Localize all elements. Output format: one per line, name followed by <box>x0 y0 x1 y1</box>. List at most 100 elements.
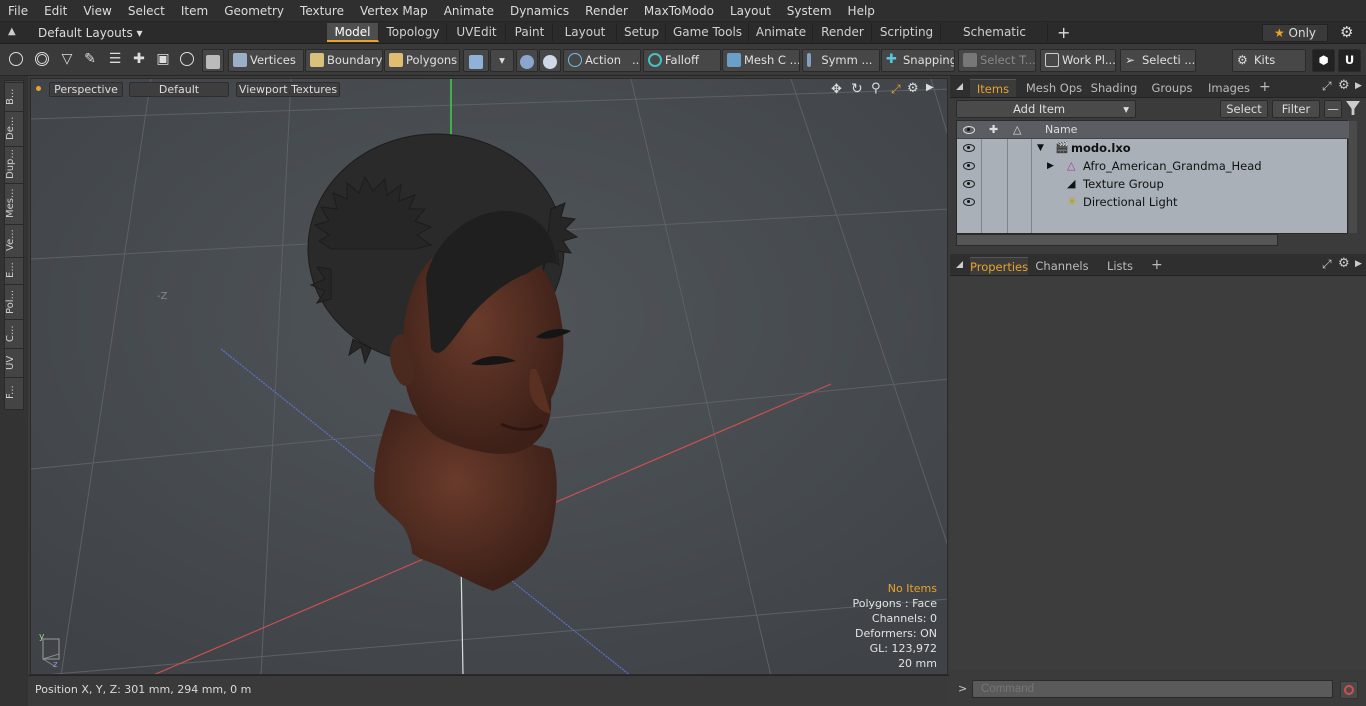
menu-edit[interactable]: Edit <box>36 0 75 22</box>
menu-maxtomodo[interactable]: MaxToModo <box>636 0 722 22</box>
zoom-view-icon[interactable]: ⚲ <box>871 81 881 96</box>
expand-panel-icon[interactable]: ⤢ <box>1322 79 1332 94</box>
tab-lists[interactable]: Lists <box>1096 257 1144 275</box>
tab-shading[interactable]: Shading <box>1088 79 1140 97</box>
left-tab-mesh-edit[interactable]: Mes... <box>5 183 23 223</box>
left-tab-polygon[interactable]: Pol... <box>5 284 23 318</box>
left-tab-uv[interactable]: UV <box>5 348 23 376</box>
left-tab-duplicate[interactable]: Dup... <box>5 146 23 182</box>
tab-setup[interactable]: Setup <box>618 23 666 42</box>
kits-button[interactable]: ⚙ Kits <box>1232 49 1306 72</box>
menu-help[interactable]: Help <box>840 0 883 22</box>
tab-layout[interactable]: Layout <box>554 23 617 42</box>
command-input[interactable] <box>972 680 1333 698</box>
horizontal-scrollbar[interactable] <box>956 234 1278 246</box>
command-record-icon[interactable] <box>1340 681 1358 699</box>
funnel-icon[interactable] <box>1346 101 1360 115</box>
shield-alt-icon[interactable] <box>539 49 561 72</box>
tab-uvedit[interactable]: UVEdit <box>448 23 506 42</box>
perspective-button[interactable]: Perspective <box>49 82 123 97</box>
falloff-button[interactable]: Falloff <box>643 49 721 72</box>
menu-view[interactable]: View <box>75 0 119 22</box>
viewport-menu-dot[interactable] <box>36 86 41 91</box>
visibility-eye-icon[interactable] <box>963 180 975 188</box>
panel-gear-icon[interactable]: ⚙ <box>1338 78 1350 93</box>
menu-animate[interactable]: Animate <box>436 0 502 22</box>
menu-item[interactable]: Item <box>173 0 216 22</box>
filter-button[interactable]: Filter <box>1272 100 1320 118</box>
rotate-view-icon[interactable]: ↻ <box>851 81 863 97</box>
item-row-texture-group[interactable]: ◢ Texture Group <box>957 175 1349 193</box>
panel-gear-icon[interactable]: ⚙ <box>1338 256 1350 271</box>
tab-render[interactable]: Render <box>814 23 872 42</box>
panel-more-icon[interactable]: ▶ <box>1355 259 1362 269</box>
menu-geometry[interactable]: Geometry <box>216 0 292 22</box>
unreal-icon[interactable]: U <box>1338 49 1361 72</box>
maximize-view-icon[interactable]: ⤢ <box>891 82 901 97</box>
item-row-mesh[interactable]: ▶ △ Afro_American_Grandma_Head <box>957 157 1349 175</box>
menu-render[interactable]: Render <box>577 0 636 22</box>
expand-arrow-icon[interactable]: ▼ <box>1037 139 1044 157</box>
mesh-constraint-button[interactable]: Mesh C ... <box>722 49 800 72</box>
viewport-textures-button[interactable]: Viewport Textures <box>236 82 340 97</box>
item-row-scene[interactable]: ▼ 🎬 modo.lxo <box>957 139 1349 157</box>
menu-select[interactable]: Select <box>120 0 173 22</box>
pen-icon[interactable]: ▽ <box>56 49 78 72</box>
item-row-light[interactable]: ☀ Directional Light <box>957 193 1349 211</box>
gear-icon[interactable]: ⚙ <box>1340 23 1353 42</box>
tab-images[interactable]: Images <box>1202 79 1256 97</box>
modo-cube-icon[interactable]: ⬢ <box>1312 49 1335 72</box>
viewport-settings-icon[interactable]: ⚙ <box>907 81 919 96</box>
menu-system[interactable]: System <box>779 0 840 22</box>
left-tab-curve[interactable]: C... <box>5 319 23 347</box>
tab-channels[interactable]: Channels <box>1034 257 1090 275</box>
only-button[interactable]: ★ Only <box>1262 24 1328 42</box>
shield-icon[interactable] <box>516 49 538 72</box>
tab-items[interactable]: Items <box>970 79 1016 97</box>
selection-sets-button[interactable]: ➢ Selecti ... <box>1120 49 1196 72</box>
visibility-header-icon[interactable] <box>963 126 975 134</box>
expand-arrow-icon[interactable]: ▶ <box>1047 157 1054 175</box>
vertices-button[interactable]: Vertices <box>228 49 304 72</box>
menu-layout[interactable]: Layout <box>722 0 779 22</box>
panel-menu-icon[interactable] <box>956 261 963 268</box>
visibility-eye-icon[interactable] <box>963 162 975 170</box>
menu-file[interactable]: File <box>0 0 36 22</box>
cube-shade-icon[interactable] <box>202 49 224 72</box>
brush-icon[interactable]: ✎ <box>79 49 101 72</box>
add-panel-tab-icon[interactable]: + <box>1151 257 1163 273</box>
viewport-more-icon[interactable]: ▶ <box>926 82 934 93</box>
tab-paint[interactable]: Paint <box>507 23 553 42</box>
visibility-eye-icon[interactable] <box>963 198 975 206</box>
tab-schematic-fusion[interactable]: Schematic Fusion <box>942 23 1048 58</box>
tab-groups[interactable]: Groups <box>1146 79 1198 97</box>
panel-more-icon[interactable]: ▶ <box>1355 81 1362 91</box>
panel-menu-icon[interactable] <box>956 83 963 90</box>
tab-game-tools[interactable]: Game Tools <box>667 23 749 42</box>
expand-panel-icon[interactable]: ⤢ <box>1322 257 1332 272</box>
layout-selector[interactable]: Default Layouts ▾ <box>38 25 143 41</box>
align-icon[interactable]: ☰ <box>104 49 126 72</box>
symmetry-button[interactable]: Symm ... <box>802 49 880 72</box>
tab-scripting[interactable]: Scripting <box>873 23 941 42</box>
lock-header-icon[interactable]: ✚ <box>989 121 998 139</box>
name-column-header[interactable]: Name <box>1045 121 1077 139</box>
left-tab-fusion[interactable]: F... <box>5 377 23 407</box>
collapse-icon[interactable]: — <box>1324 100 1342 118</box>
frame-icon[interactable]: ▣ <box>152 49 174 72</box>
left-tab-deform[interactable]: De... <box>5 111 23 145</box>
add-item-dropdown[interactable]: Add Item ▾ <box>956 100 1136 118</box>
add-tab-icon[interactable]: + <box>1057 23 1070 42</box>
clock-icon[interactable] <box>176 49 198 72</box>
layout-up-icon[interactable]: ▲ <box>8 26 20 38</box>
shading-default-button[interactable]: Default <box>129 82 229 97</box>
work-plane-button[interactable]: Work Pl... <box>1040 49 1116 72</box>
left-tab-basic[interactable]: B... <box>5 82 23 110</box>
left-tab-vertex[interactable]: Ve... <box>5 224 23 256</box>
3d-viewport[interactable]: y z Perspective Default Viewport Texture… <box>30 78 948 675</box>
globe-icon[interactable] <box>30 49 54 72</box>
tab-animate[interactable]: Animate <box>750 23 813 42</box>
action-button[interactable]: Action ... <box>563 49 641 72</box>
menu-texture[interactable]: Texture <box>292 0 352 22</box>
menu-vertex-map[interactable]: Vertex Map <box>352 0 436 22</box>
